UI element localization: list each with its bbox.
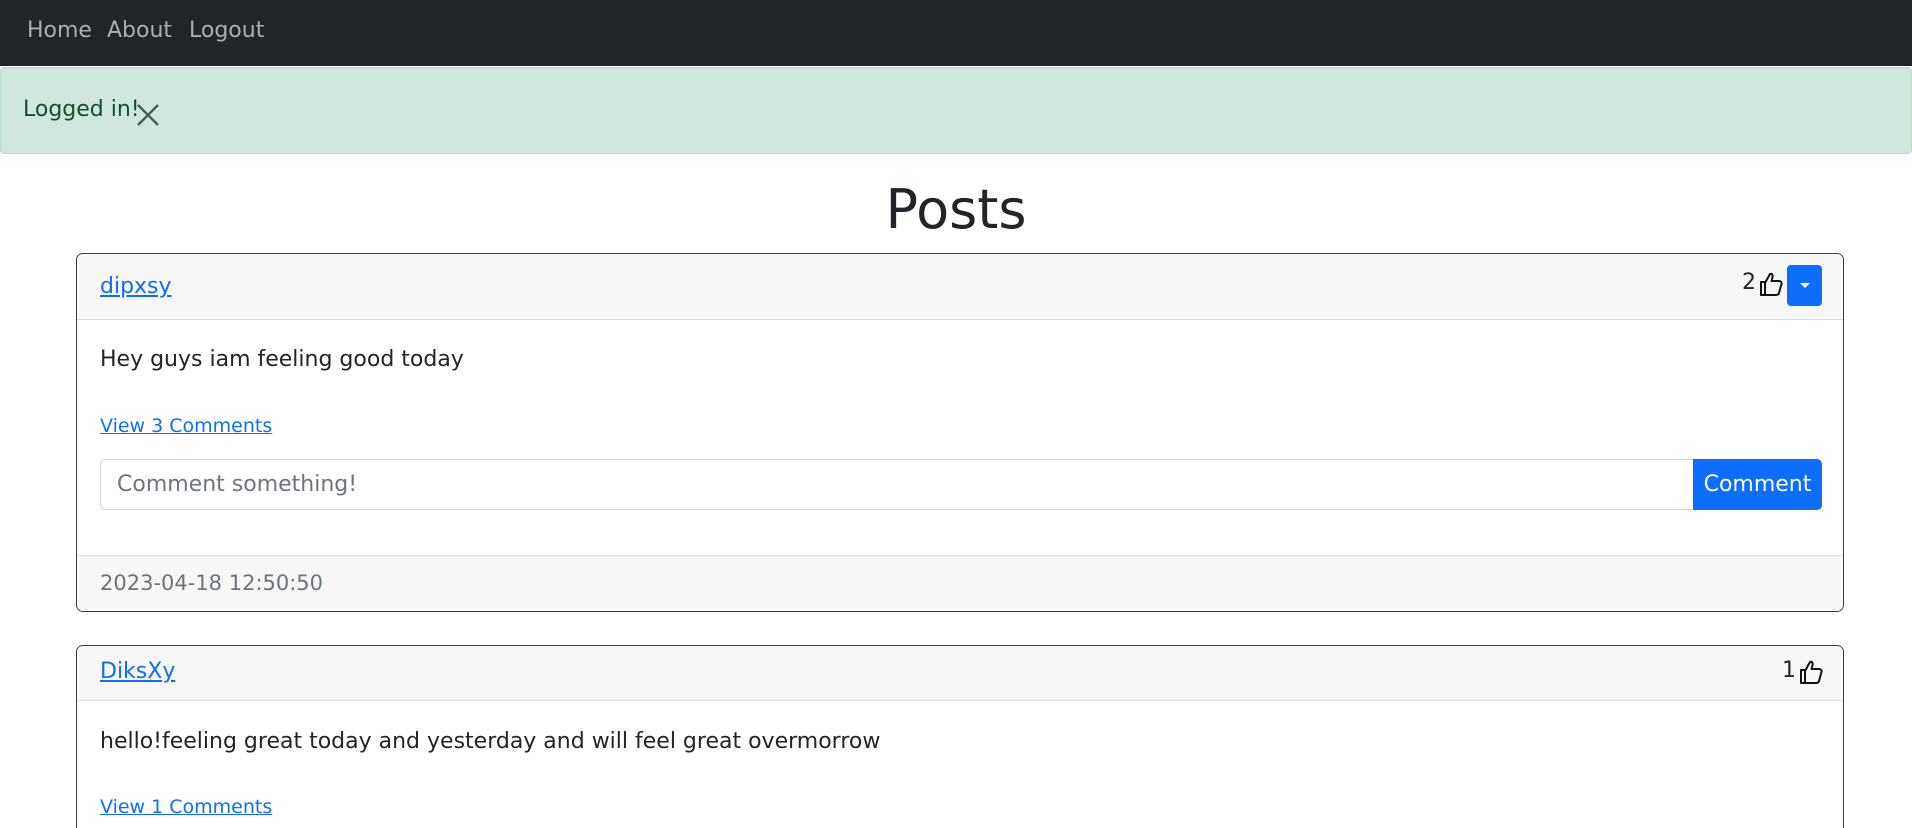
nav-logout-link[interactable]: Logout [189, 0, 264, 66]
post-timestamp: 2023-04-18 12:50:50 [100, 571, 324, 595]
thumbs-up-icon[interactable] [1759, 271, 1783, 297]
navbar: Home About Logout [0, 0, 1912, 66]
post-options-dropdown-button[interactable] [1787, 265, 1822, 306]
view-comments-link[interactable]: View 3 Comments [100, 415, 272, 437]
post-header: DiksXy 1 [77, 646, 1843, 701]
like-count: 1 [1782, 658, 1796, 683]
caret-down-icon [1800, 283, 1810, 288]
alert-message: Logged in! [23, 97, 140, 122]
post-card: DiksXy 1 hello!feeling great today and y… [76, 645, 1844, 828]
post-card: dipxsy 2 Hey guys iam feeling good today… [76, 253, 1844, 612]
post-footer: 2023-04-18 12:50:50 [77, 555, 1843, 611]
page-title: Posts [885, 178, 1027, 241]
post-body: hello!feeling great today and yesterday … [100, 729, 881, 754]
post-header: dipxsy 2 [77, 254, 1843, 320]
view-comments-link[interactable]: View 1 Comments [100, 796, 272, 818]
success-alert: Logged in! [0, 67, 1912, 154]
close-icon[interactable] [134, 101, 162, 129]
comment-input[interactable] [100, 459, 1694, 510]
post-body: Hey guys iam feeling good today [100, 347, 464, 372]
comment-button[interactable]: Comment [1693, 459, 1822, 510]
post-author-link[interactable]: dipxsy [100, 274, 172, 299]
post-author-link[interactable]: DiksXy [100, 659, 175, 684]
like-count: 2 [1742, 270, 1756, 295]
nav-about-link[interactable]: About [107, 0, 172, 66]
thumbs-up-icon[interactable] [1799, 659, 1823, 685]
nav-home-link[interactable]: Home [27, 0, 92, 66]
